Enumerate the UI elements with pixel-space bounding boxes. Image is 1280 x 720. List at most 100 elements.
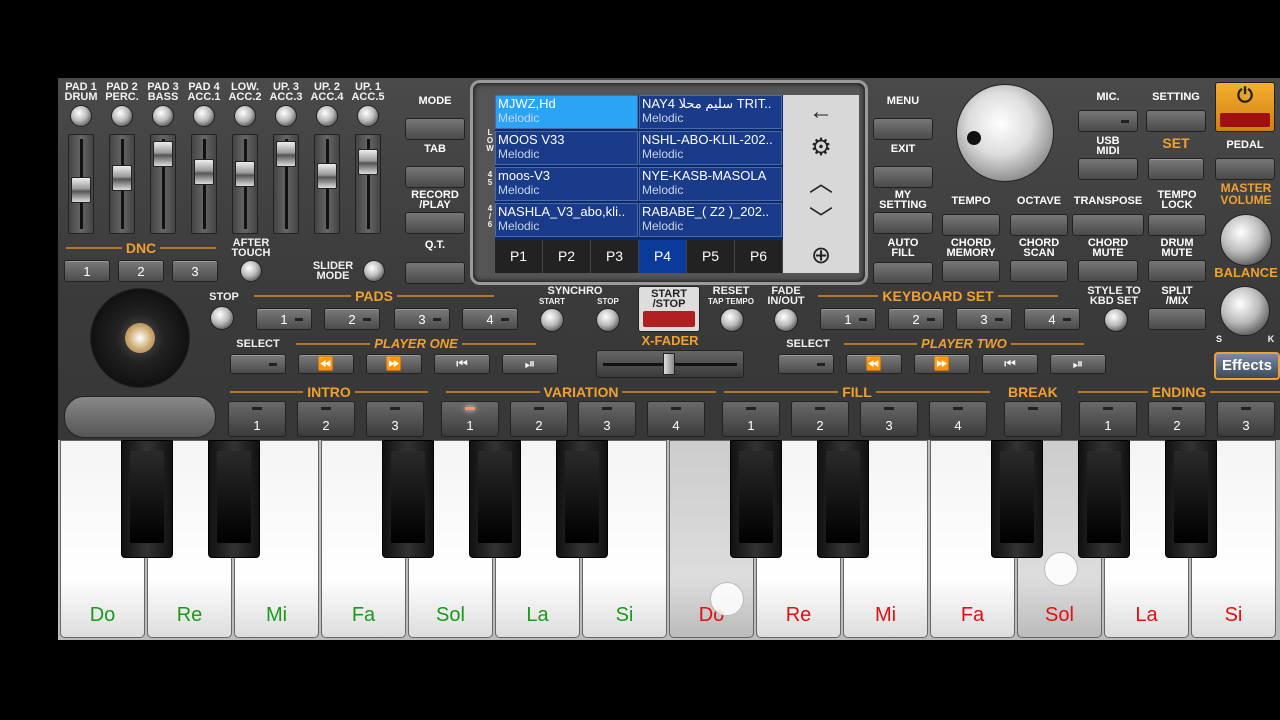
player-two-play-stop-icon[interactable]: ⏯ xyxy=(1050,354,1106,374)
tab-button[interactable]: TAB xyxy=(405,144,465,188)
kbd-set-button-1[interactable]: 1 xyxy=(820,308,876,330)
add-icon[interactable]: ⊕ xyxy=(783,239,859,273)
style-cell[interactable]: NAY4 سليم محلا TRIT.. Melodic xyxy=(639,95,782,129)
effects-button[interactable]: Effects xyxy=(1214,352,1280,380)
kbd-set-button-2[interactable]: 2 xyxy=(888,308,944,330)
style-cell[interactable]: NASHLA_V3_abo,kli.. Melodic xyxy=(495,203,638,237)
volume-fader-1[interactable] xyxy=(68,134,94,234)
volume-fader-8[interactable] xyxy=(355,134,381,234)
black-key-7[interactable] xyxy=(817,440,869,558)
style-cell[interactable]: NSHL-ABO-KLIL-202.. Melodic xyxy=(639,131,782,165)
black-key-8[interactable] xyxy=(991,440,1043,558)
dnc-button-3[interactable]: 3 xyxy=(172,260,218,282)
black-key-10[interactable] xyxy=(1165,440,1217,558)
pedal-button[interactable]: PEDAL xyxy=(1215,140,1275,180)
volume-fader-6[interactable] xyxy=(273,134,299,234)
chord-memory-button[interactable]: CHORD MEMORY xyxy=(942,238,1000,282)
variation-button-1[interactable]: 1 xyxy=(441,401,499,437)
player-one-rewind-icon[interactable]: ⏪ xyxy=(298,354,354,374)
tempo-button[interactable]: TEMPO xyxy=(942,196,1000,236)
black-key-9[interactable] xyxy=(1078,440,1130,558)
page-tab-p3[interactable]: P3 xyxy=(591,240,639,273)
volume-fader-2[interactable] xyxy=(109,134,135,234)
fill-button-4[interactable]: 4 xyxy=(929,401,987,437)
ending-button-1[interactable]: 1 xyxy=(1079,401,1137,437)
pad-knob-1[interactable] xyxy=(70,105,92,127)
black-key-3[interactable] xyxy=(382,440,434,558)
page-tab-p4[interactable]: P4 xyxy=(639,240,687,273)
back-arrow-icon[interactable]: ← xyxy=(783,95,859,131)
chevron-up-icon[interactable]: ︿ xyxy=(783,167,859,203)
synchro-start-button[interactable] xyxy=(540,308,564,332)
record-play-button[interactable]: RECORD /PLAY xyxy=(405,190,465,234)
synchro-stop-button[interactable] xyxy=(596,308,620,332)
octave-button[interactable]: OCTAVE xyxy=(1010,196,1068,236)
player-one-select-button[interactable] xyxy=(230,354,286,374)
split-mix-button[interactable]: SPLIT /MIX xyxy=(1148,286,1206,330)
player-one-forward-icon[interactable]: ⏩ xyxy=(366,354,422,374)
style-cell[interactable]: moos-V3 Melodic xyxy=(495,167,638,201)
style-cell[interactable]: NYE-KASB-MASOLA Melodic xyxy=(639,167,782,201)
player-two-rewind-icon[interactable]: ⏪ xyxy=(846,354,902,374)
menu-button[interactable]: MENU xyxy=(873,96,933,140)
pad-button-3[interactable]: 3 xyxy=(394,308,450,330)
ending-button-2[interactable]: 2 xyxy=(1148,401,1206,437)
variation-button-4[interactable]: 4 xyxy=(647,401,705,437)
auto-fill-button[interactable]: AUTO FILL xyxy=(873,238,933,284)
player-two-prev-icon[interactable]: ⏮ xyxy=(982,354,1038,374)
qt-button[interactable]: Q.T. xyxy=(405,240,465,284)
setting-button[interactable]: SETTING xyxy=(1146,92,1206,132)
chord-scan-button[interactable]: CHORD SCAN xyxy=(1010,238,1068,282)
player-one-play-stop-icon[interactable]: ⏯ xyxy=(502,354,558,374)
style-to-kbd-knob[interactable] xyxy=(1104,308,1128,332)
kbd-set-button-3[interactable]: 3 xyxy=(956,308,1012,330)
gear-icon[interactable]: ⚙ xyxy=(783,131,859,167)
black-key-6[interactable] xyxy=(730,440,782,558)
pad-knob-7[interactable] xyxy=(316,105,338,127)
page-tab-p2[interactable]: P2 xyxy=(543,240,591,273)
master-volume-knob[interactable] xyxy=(1220,214,1272,266)
ending-button-3[interactable]: 3 xyxy=(1217,401,1275,437)
chevron-down-icon[interactable]: ﹀ xyxy=(783,203,859,239)
intro-button-3[interactable]: 3 xyxy=(366,401,424,437)
style-cell[interactable]: MJWZ,Hd Melodic xyxy=(495,95,638,129)
pad-knob-2[interactable] xyxy=(111,105,133,127)
set-button[interactable] xyxy=(1148,158,1204,180)
style-cell[interactable]: MOOS V33 Melodic xyxy=(495,131,638,165)
volume-fader-4[interactable] xyxy=(191,134,217,234)
transpose-button[interactable]: TRANSPOSE xyxy=(1072,196,1144,236)
fill-button-1[interactable]: 1 xyxy=(722,401,780,437)
black-key-5[interactable] xyxy=(556,440,608,558)
mic-button[interactable]: MIC. xyxy=(1078,92,1138,132)
pad-knob-3[interactable] xyxy=(152,105,174,127)
jog-wheel[interactable] xyxy=(90,288,190,388)
pad-knob-8[interactable] xyxy=(357,105,379,127)
fill-button-2[interactable]: 2 xyxy=(791,401,849,437)
data-dial[interactable] xyxy=(956,84,1054,182)
pitch-bend-bar[interactable] xyxy=(64,396,216,438)
pad-button-2[interactable]: 2 xyxy=(324,308,380,330)
black-key-4[interactable] xyxy=(469,440,521,558)
reset-tap-tempo-button[interactable] xyxy=(720,308,744,332)
page-tab-p1[interactable]: P1 xyxy=(495,240,543,273)
style-cell[interactable]: RABABE_( Z2 )_202.. Melodic xyxy=(639,203,782,237)
kbd-set-button-4[interactable]: 4 xyxy=(1024,308,1080,330)
black-key-2[interactable] xyxy=(208,440,260,558)
start-stop-button[interactable]: START /STOP xyxy=(638,286,700,332)
fill-button-3[interactable]: 3 xyxy=(860,401,918,437)
pad-button-1[interactable]: 1 xyxy=(256,308,312,330)
slider-mode-knob[interactable] xyxy=(363,260,385,282)
intro-button-2[interactable]: 2 xyxy=(297,401,355,437)
pad-button-4[interactable]: 4 xyxy=(462,308,518,330)
player-two-select-button[interactable] xyxy=(778,354,834,374)
dnc-button-1[interactable]: 1 xyxy=(64,260,110,282)
player-two-forward-icon[interactable]: ⏩ xyxy=(914,354,970,374)
page-tab-p6[interactable]: P6 xyxy=(735,240,783,273)
intro-button-1[interactable]: 1 xyxy=(228,401,286,437)
pad-knob-6[interactable] xyxy=(275,105,297,127)
black-key-1[interactable] xyxy=(121,440,173,558)
x-fader-slider[interactable] xyxy=(596,350,744,378)
volume-fader-7[interactable] xyxy=(314,134,340,234)
fade-button[interactable] xyxy=(774,308,798,332)
tempo-lock-button[interactable]: TEMPO LOCK xyxy=(1148,190,1206,236)
